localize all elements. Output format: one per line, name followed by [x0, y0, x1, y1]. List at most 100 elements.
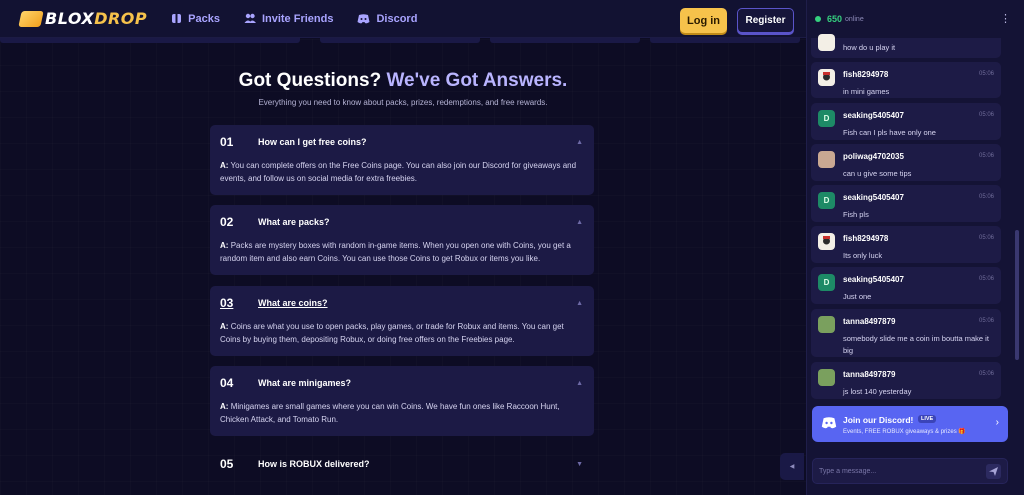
- chat-timestamp: 05:06: [978, 371, 994, 377]
- bloxdrop-logo[interactable]: BLOXDROP: [18, 9, 148, 28]
- avatar: [818, 233, 835, 250]
- chat-message: poliwag4702035 05:06 can u give some tip…: [811, 144, 1001, 181]
- register-button[interactable]: Register: [737, 8, 794, 33]
- live-badge: LIVE: [918, 415, 937, 423]
- online-indicator-icon: [815, 16, 821, 22]
- chat-message-text: how do u play it: [843, 43, 896, 52]
- avatar: D: [818, 110, 835, 127]
- faq-question-row[interactable]: 01 How can I get free coins? ▲: [210, 125, 594, 159]
- faq-question-row[interactable]: 03 What are coins? ▲: [210, 286, 594, 320]
- avatar: [818, 34, 835, 51]
- nav-packs-label: Packs: [188, 12, 220, 25]
- chat-message-text: in mini games: [843, 87, 890, 96]
- chat-timestamp: 05:06: [978, 318, 994, 324]
- login-button[interactable]: Log in: [680, 8, 727, 33]
- chat-timestamp: 05:06: [978, 194, 994, 200]
- chat-username[interactable]: seaking5405407: [843, 193, 904, 202]
- chat-timestamp: 05:06: [978, 276, 994, 282]
- discord-card-title: Join our Discord!: [843, 415, 914, 425]
- faq-item-5[interactable]: 05 How is ROBUX delivered? ▼: [210, 447, 594, 481]
- chat-message: tanna8497879 05:06 somebody slide me a c…: [811, 309, 1001, 357]
- faq-item-4[interactable]: 04 What are minigames? ▲ A: Minigames ar…: [210, 366, 594, 436]
- discord-card-subtitle: Events, FREE ROBUX giveaways & prizes 🎁: [843, 429, 966, 435]
- chat-message-text: js lost 140 yesterday: [843, 387, 912, 396]
- chat-username[interactable]: seaking5405407: [843, 111, 904, 120]
- online-count: 650: [827, 14, 843, 24]
- faq-question: What are minigames?: [258, 378, 352, 388]
- avatar: [818, 69, 835, 86]
- avatar: [818, 316, 835, 333]
- faq-subtitle: Everything you need to know about packs,…: [258, 98, 548, 107]
- chat-username[interactable]: seaking5405407: [843, 275, 904, 284]
- chat-username[interactable]: tanna8497879: [843, 370, 895, 379]
- invite-icon: [244, 13, 256, 23]
- faq-item-2[interactable]: 02 What are packs? ▲ A: Packs are myster…: [210, 205, 594, 275]
- faq-answer: A: Coins are what you use to open packs,…: [220, 322, 564, 344]
- faq-answer: A: Minigames are small games where you c…: [220, 402, 560, 424]
- faq-number: 01: [220, 135, 234, 149]
- logo-text: BLOXDROP: [45, 9, 148, 28]
- nav-packs[interactable]: Packs: [171, 13, 220, 25]
- faq-answer: A: You can complete offers on the Free C…: [220, 161, 577, 183]
- chat-timestamp: 05:06: [978, 153, 994, 159]
- send-icon: [989, 467, 998, 476]
- chat-collapse-button[interactable]: ◀: [780, 453, 804, 480]
- discord-join-card[interactable]: Join our Discord! LIVE Events, FREE ROBU…: [812, 406, 1008, 442]
- chevron-up-icon: ▲: [576, 139, 583, 146]
- faq-question: How can I get free coins?: [258, 137, 367, 147]
- chat-timestamp: 05:06: [978, 112, 994, 118]
- faq-question-row[interactable]: 02 What are packs? ▲: [210, 205, 594, 239]
- faq-number: 04: [220, 376, 234, 390]
- chat-timestamp: 05:06: [978, 235, 994, 241]
- nav-discord[interactable]: Discord: [357, 13, 417, 25]
- chat-header: 650 online ⋮: [807, 0, 1024, 38]
- chat-timestamp: 05:06: [978, 71, 994, 77]
- discord-icon: [357, 13, 370, 23]
- chevron-down-icon: ▼: [576, 461, 583, 468]
- faq-question: What are packs?: [258, 217, 330, 227]
- chat-username[interactable]: fish8294978: [843, 70, 888, 79]
- packs-icon: [172, 14, 182, 23]
- chat-message: how do u play it: [811, 34, 1001, 58]
- faq-number: 03: [220, 296, 234, 310]
- avatar: D: [818, 192, 835, 209]
- chat-message-text: somebody slide me a coin im boutta make …: [843, 334, 989, 355]
- faq-item-3[interactable]: 03 What are coins? ▲ A: Coins are what y…: [210, 286, 594, 356]
- chat-input-box[interactable]: [812, 458, 1008, 484]
- chat-scrollbar[interactable]: [1015, 230, 1019, 360]
- chat-message: D seaking5405407 05:06 Fish can I pls ha…: [811, 103, 1001, 140]
- chevron-up-icon: ▲: [576, 380, 583, 387]
- faq-answer: A: Packs are mystery boxes with random i…: [220, 241, 571, 263]
- chevron-up-icon: ▲: [576, 300, 583, 307]
- chat-username[interactable]: fish8294978: [843, 234, 888, 243]
- chat-message: tanna8497879 05:06 js lost 140 yesterday: [811, 362, 1001, 399]
- logo-icon: [18, 10, 44, 27]
- chevron-up-icon: ▲: [576, 219, 583, 226]
- chat-message-text: can u give some tips: [843, 169, 912, 178]
- chat-message: fish8294978 05:06 in mini games: [811, 62, 1001, 98]
- avatar: D: [818, 274, 835, 291]
- chat-message: D seaking5405407 05:06 Fish pls: [811, 185, 1001, 222]
- nav-discord-label: Discord: [376, 12, 418, 25]
- nav-invite-friends[interactable]: Invite Friends: [244, 12, 334, 25]
- avatar: [818, 151, 835, 168]
- discord-icon: [821, 417, 837, 429]
- faq-title: Got Questions? We've Got Answers.: [238, 70, 568, 91]
- chat-message-input[interactable]: [819, 464, 979, 479]
- chevron-right-icon: ›: [995, 417, 999, 428]
- avatar: [818, 369, 835, 386]
- faq-question: How is ROBUX delivered?: [258, 459, 370, 469]
- online-label: online: [845, 15, 864, 23]
- chat-message-text: Fish can I pls have only one: [843, 128, 936, 137]
- faq-question-row[interactable]: 05 How is ROBUX delivered? ▼: [210, 447, 594, 481]
- chat-username[interactable]: poliwag4702035: [843, 152, 904, 161]
- chat-message-text: Its only luck: [843, 251, 883, 260]
- more-options-icon[interactable]: ⋮: [1000, 12, 1011, 25]
- chat-message-text: Fish pls: [843, 210, 869, 219]
- send-button[interactable]: [986, 464, 1001, 479]
- faq-item-1[interactable]: 01 How can I get free coins? ▲ A: You ca…: [210, 125, 594, 195]
- faq-number: 05: [220, 457, 234, 471]
- faq-question-row[interactable]: 04 What are minigames? ▲: [210, 366, 594, 400]
- chat-username[interactable]: tanna8497879: [843, 317, 895, 326]
- nav-invite-label: Invite Friends: [261, 12, 334, 25]
